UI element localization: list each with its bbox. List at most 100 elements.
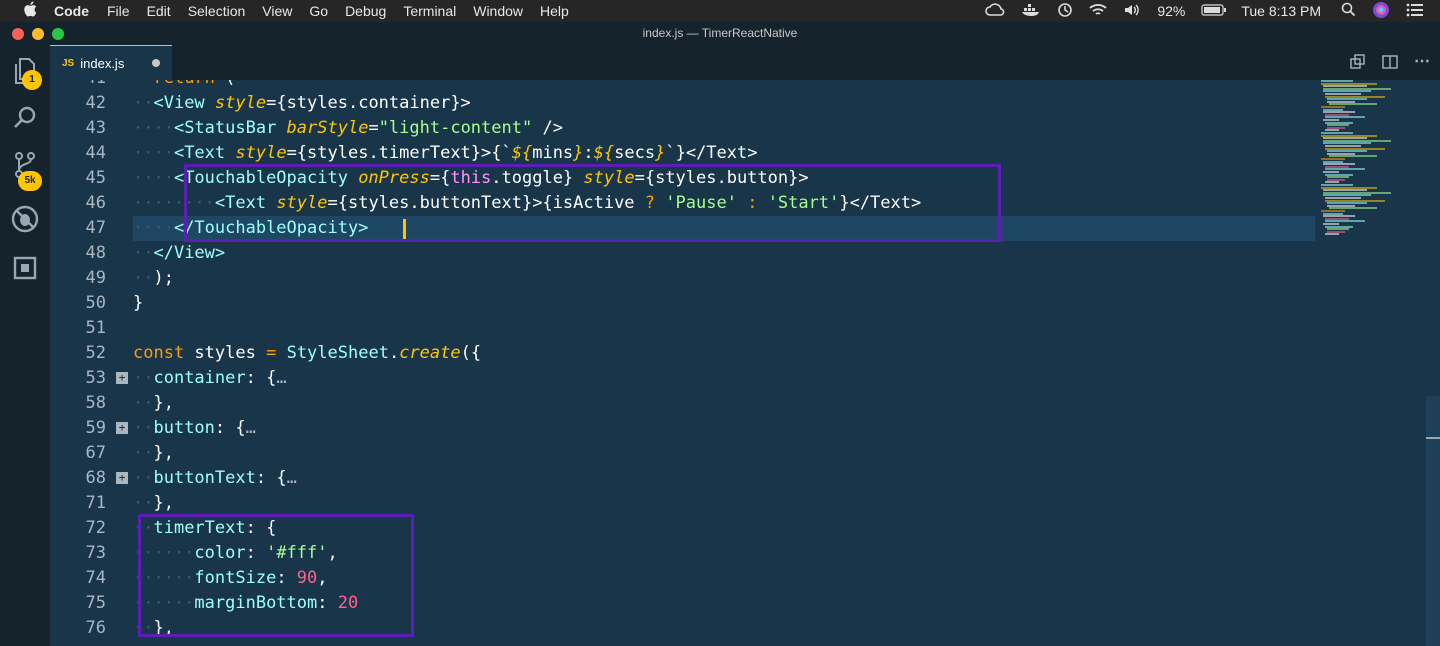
- tab-index-js[interactable]: JS index.js: [50, 45, 172, 80]
- close-window-button[interactable]: [12, 28, 24, 40]
- code-token: );: [153, 268, 174, 288]
- code-token: container: [153, 368, 246, 388]
- code-line[interactable]: ··<View style={styles.container}>: [133, 91, 471, 116]
- code-editor[interactable]: 41 return (42··<View style={styles.conta…: [50, 80, 1440, 646]
- wifi-icon[interactable]: [1089, 3, 1107, 20]
- volume-icon[interactable]: [1123, 3, 1141, 20]
- minimap[interactable]: [1315, 80, 1425, 646]
- menu-terminal[interactable]: Terminal: [403, 3, 456, 19]
- line-number: 75: [85, 593, 106, 613]
- menu-selection[interactable]: Selection: [188, 3, 246, 19]
- menu-go[interactable]: Go: [309, 3, 328, 19]
- code-token: style: [214, 93, 267, 113]
- line-number: 44: [85, 143, 106, 163]
- minimize-window-button[interactable]: [32, 28, 44, 40]
- code-line[interactable]: ··);: [133, 266, 174, 291]
- code-token: return: [153, 80, 214, 88]
- code-token: ··: [133, 243, 154, 263]
- code-token: StyleSheet: [286, 343, 389, 363]
- code-line[interactable]: ··</View>: [133, 241, 225, 266]
- code-line[interactable]: ··},: [133, 491, 174, 516]
- code-line[interactable]: ····<Text style={styles.timerText}>{`${m…: [133, 141, 757, 166]
- extensions-icon[interactable]: [10, 255, 40, 285]
- code-line[interactable]: ··container: {…: [133, 366, 287, 391]
- code-token: ={styles.container}>: [266, 93, 471, 113]
- code-token: },: [153, 443, 174, 463]
- line-number: 59: [85, 418, 106, 438]
- spotlight-search-icon[interactable]: [1341, 2, 1356, 20]
- line-number: 76: [85, 618, 106, 638]
- more-actions-icon[interactable]: ⋯: [1414, 51, 1430, 71]
- code-token: ··: [133, 468, 154, 488]
- menu-edit[interactable]: Edit: [147, 3, 171, 19]
- code-token: create: [399, 343, 461, 363]
- search-icon[interactable]: [10, 105, 40, 135]
- code-token: ··: [133, 493, 154, 513]
- code-token: secs: [614, 143, 656, 163]
- clock[interactable]: Tue 8:13 PM: [1241, 3, 1321, 19]
- code-token: …: [276, 368, 287, 388]
- code-token: ··: [133, 268, 154, 288]
- code-line[interactable]: ··},: [133, 441, 174, 466]
- expand-fold-icon[interactable]: +: [116, 372, 128, 384]
- code-token: mins: [532, 143, 574, 163]
- line-number: 41: [50, 80, 106, 91]
- touchable-opacity-highlight-box: [184, 164, 1001, 242]
- unsaved-dot-icon[interactable]: [152, 59, 160, 67]
- menu-view[interactable]: View: [262, 3, 292, 19]
- line-number: 46: [85, 193, 106, 213]
- line-number: 50: [85, 293, 106, 313]
- explorer-badge: 1: [22, 70, 42, 90]
- menu-help[interactable]: Help: [540, 3, 569, 19]
- code-token: "light-content": [378, 118, 533, 138]
- code-token: </View>: [153, 243, 226, 263]
- code-token: },: [153, 393, 174, 413]
- window-title: index.js — TimerReactNative: [642, 26, 798, 40]
- app-menu-code[interactable]: Code: [54, 3, 89, 19]
- apple-icon[interactable]: [20, 1, 40, 21]
- menu-file[interactable]: File: [107, 3, 130, 19]
- time-machine-icon[interactable]: [1057, 2, 1073, 21]
- battery-icon[interactable]: [1201, 3, 1227, 19]
- line-number: 49: [85, 268, 106, 288]
- menu-debug[interactable]: Debug: [345, 3, 386, 19]
- code-token: ····: [133, 118, 174, 138]
- code-token: .: [388, 343, 400, 363]
- expand-fold-icon[interactable]: +: [116, 472, 128, 484]
- vertical-scrollbar[interactable]: [1426, 396, 1440, 646]
- code-token: />: [532, 118, 563, 138]
- debug-icon[interactable]: [10, 205, 40, 235]
- code-line[interactable]: return (: [133, 80, 235, 91]
- docker-icon[interactable]: [1021, 3, 1041, 20]
- siri-icon[interactable]: [1372, 1, 1390, 22]
- code-token: ={styles.timerText}>{`: [286, 143, 512, 163]
- code-token: :: [583, 143, 594, 163]
- code-token: <StatusBar: [173, 118, 287, 138]
- timer-text-style-highlight-box: [138, 514, 414, 637]
- code-token: =: [368, 118, 379, 138]
- code-line[interactable]: ····<StatusBar barStyle="light-content" …: [133, 116, 563, 141]
- code-token: <Text: [173, 143, 236, 163]
- code-token: ··: [133, 393, 154, 413]
- code-line[interactable]: ··button: {…: [133, 416, 256, 441]
- notification-center-icon[interactable]: [1406, 3, 1424, 20]
- code-token: style: [235, 143, 287, 163]
- code-token: ····: [133, 168, 174, 188]
- expand-fold-icon[interactable]: +: [116, 422, 128, 434]
- maximize-window-button[interactable]: [52, 28, 64, 40]
- split-editor-icon[interactable]: [1382, 54, 1398, 73]
- line-number: 53: [85, 368, 106, 388]
- creative-cloud-icon[interactable]: [985, 2, 1005, 20]
- code-line[interactable]: const styles = StyleSheet.create({: [133, 341, 481, 366]
- code-line[interactable]: ··buttonText: {…: [133, 466, 297, 491]
- line-number: 71: [85, 493, 106, 513]
- code-token: ({: [460, 343, 482, 363]
- battery-percent[interactable]: 92%: [1157, 3, 1185, 19]
- code-token: ${: [593, 143, 615, 163]
- menu-window[interactable]: Window: [473, 3, 523, 19]
- code-line[interactable]: ··},: [133, 391, 174, 416]
- open-changes-icon[interactable]: [1350, 54, 1366, 73]
- code-line[interactable]: }: [133, 291, 143, 316]
- line-number: 72: [85, 518, 106, 538]
